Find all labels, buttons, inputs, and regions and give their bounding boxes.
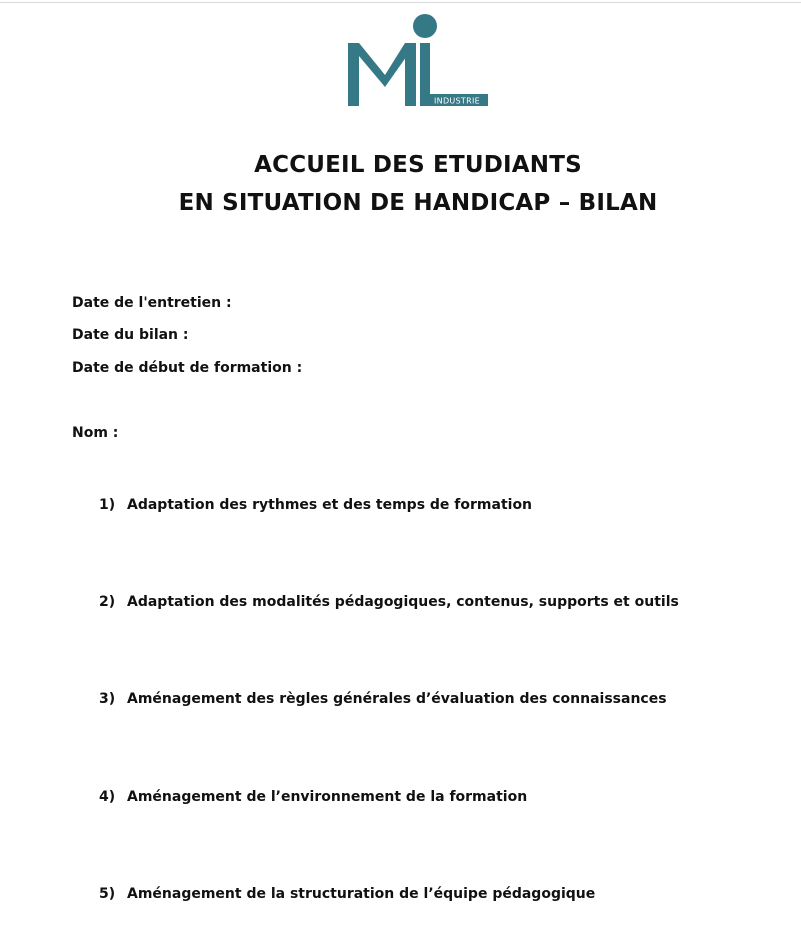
section-label: Adaptation des modalités pédagogiques, c…: [127, 594, 679, 610]
section-item: 3) Aménagement des règles générales d’éva…: [99, 691, 667, 707]
title-line-1: ACCUEIL DES ETUDIANTS: [254, 152, 582, 178]
section-item: 1) Adaptation des rythmes et des temps de…: [99, 497, 532, 513]
section-label: Adaptation des rythmes et des temps de f…: [127, 497, 533, 513]
section-item: 2) Adaptation des modalités pédagogiques,…: [99, 594, 679, 610]
title-line-2: EN SITUATION DE HANDICAP – BILAN: [178, 190, 658, 216]
mil-industrie-logo: INDUSTRIE: [348, 14, 488, 106]
section-label: Aménagement des règles générales d’évalu…: [127, 691, 667, 707]
section-number: 3): [99, 691, 116, 707]
page-top-divider: [0, 2, 801, 3]
section-number: 5): [99, 886, 116, 902]
section-item: 5) Aménagement de la structuration de l’é…: [99, 886, 595, 902]
interview-date-label: Date de l'entretien :: [72, 295, 232, 311]
section-number: 1): [99, 497, 116, 513]
name-label: Nom :: [72, 425, 119, 441]
training-start-date-label: Date de début de formation :: [72, 360, 303, 376]
logo-tagline: INDUSTRIE: [434, 97, 480, 106]
section-item: 4) Aménagement de l’environnement de la f…: [99, 789, 527, 805]
section-label: Aménagement de l’environnement de la for…: [127, 789, 528, 805]
logo-i-stem: [405, 43, 416, 106]
section-number: 2): [99, 594, 116, 610]
section-number: 4): [99, 789, 116, 805]
review-date-label: Date du bilan :: [72, 327, 189, 343]
document-title: ACCUEIL DES ETUDIANTS EN SITUATION DE HA…: [0, 146, 801, 222]
logo-i-dot: [413, 14, 437, 38]
section-label: Aménagement de la structuration de l’équ…: [127, 886, 596, 902]
